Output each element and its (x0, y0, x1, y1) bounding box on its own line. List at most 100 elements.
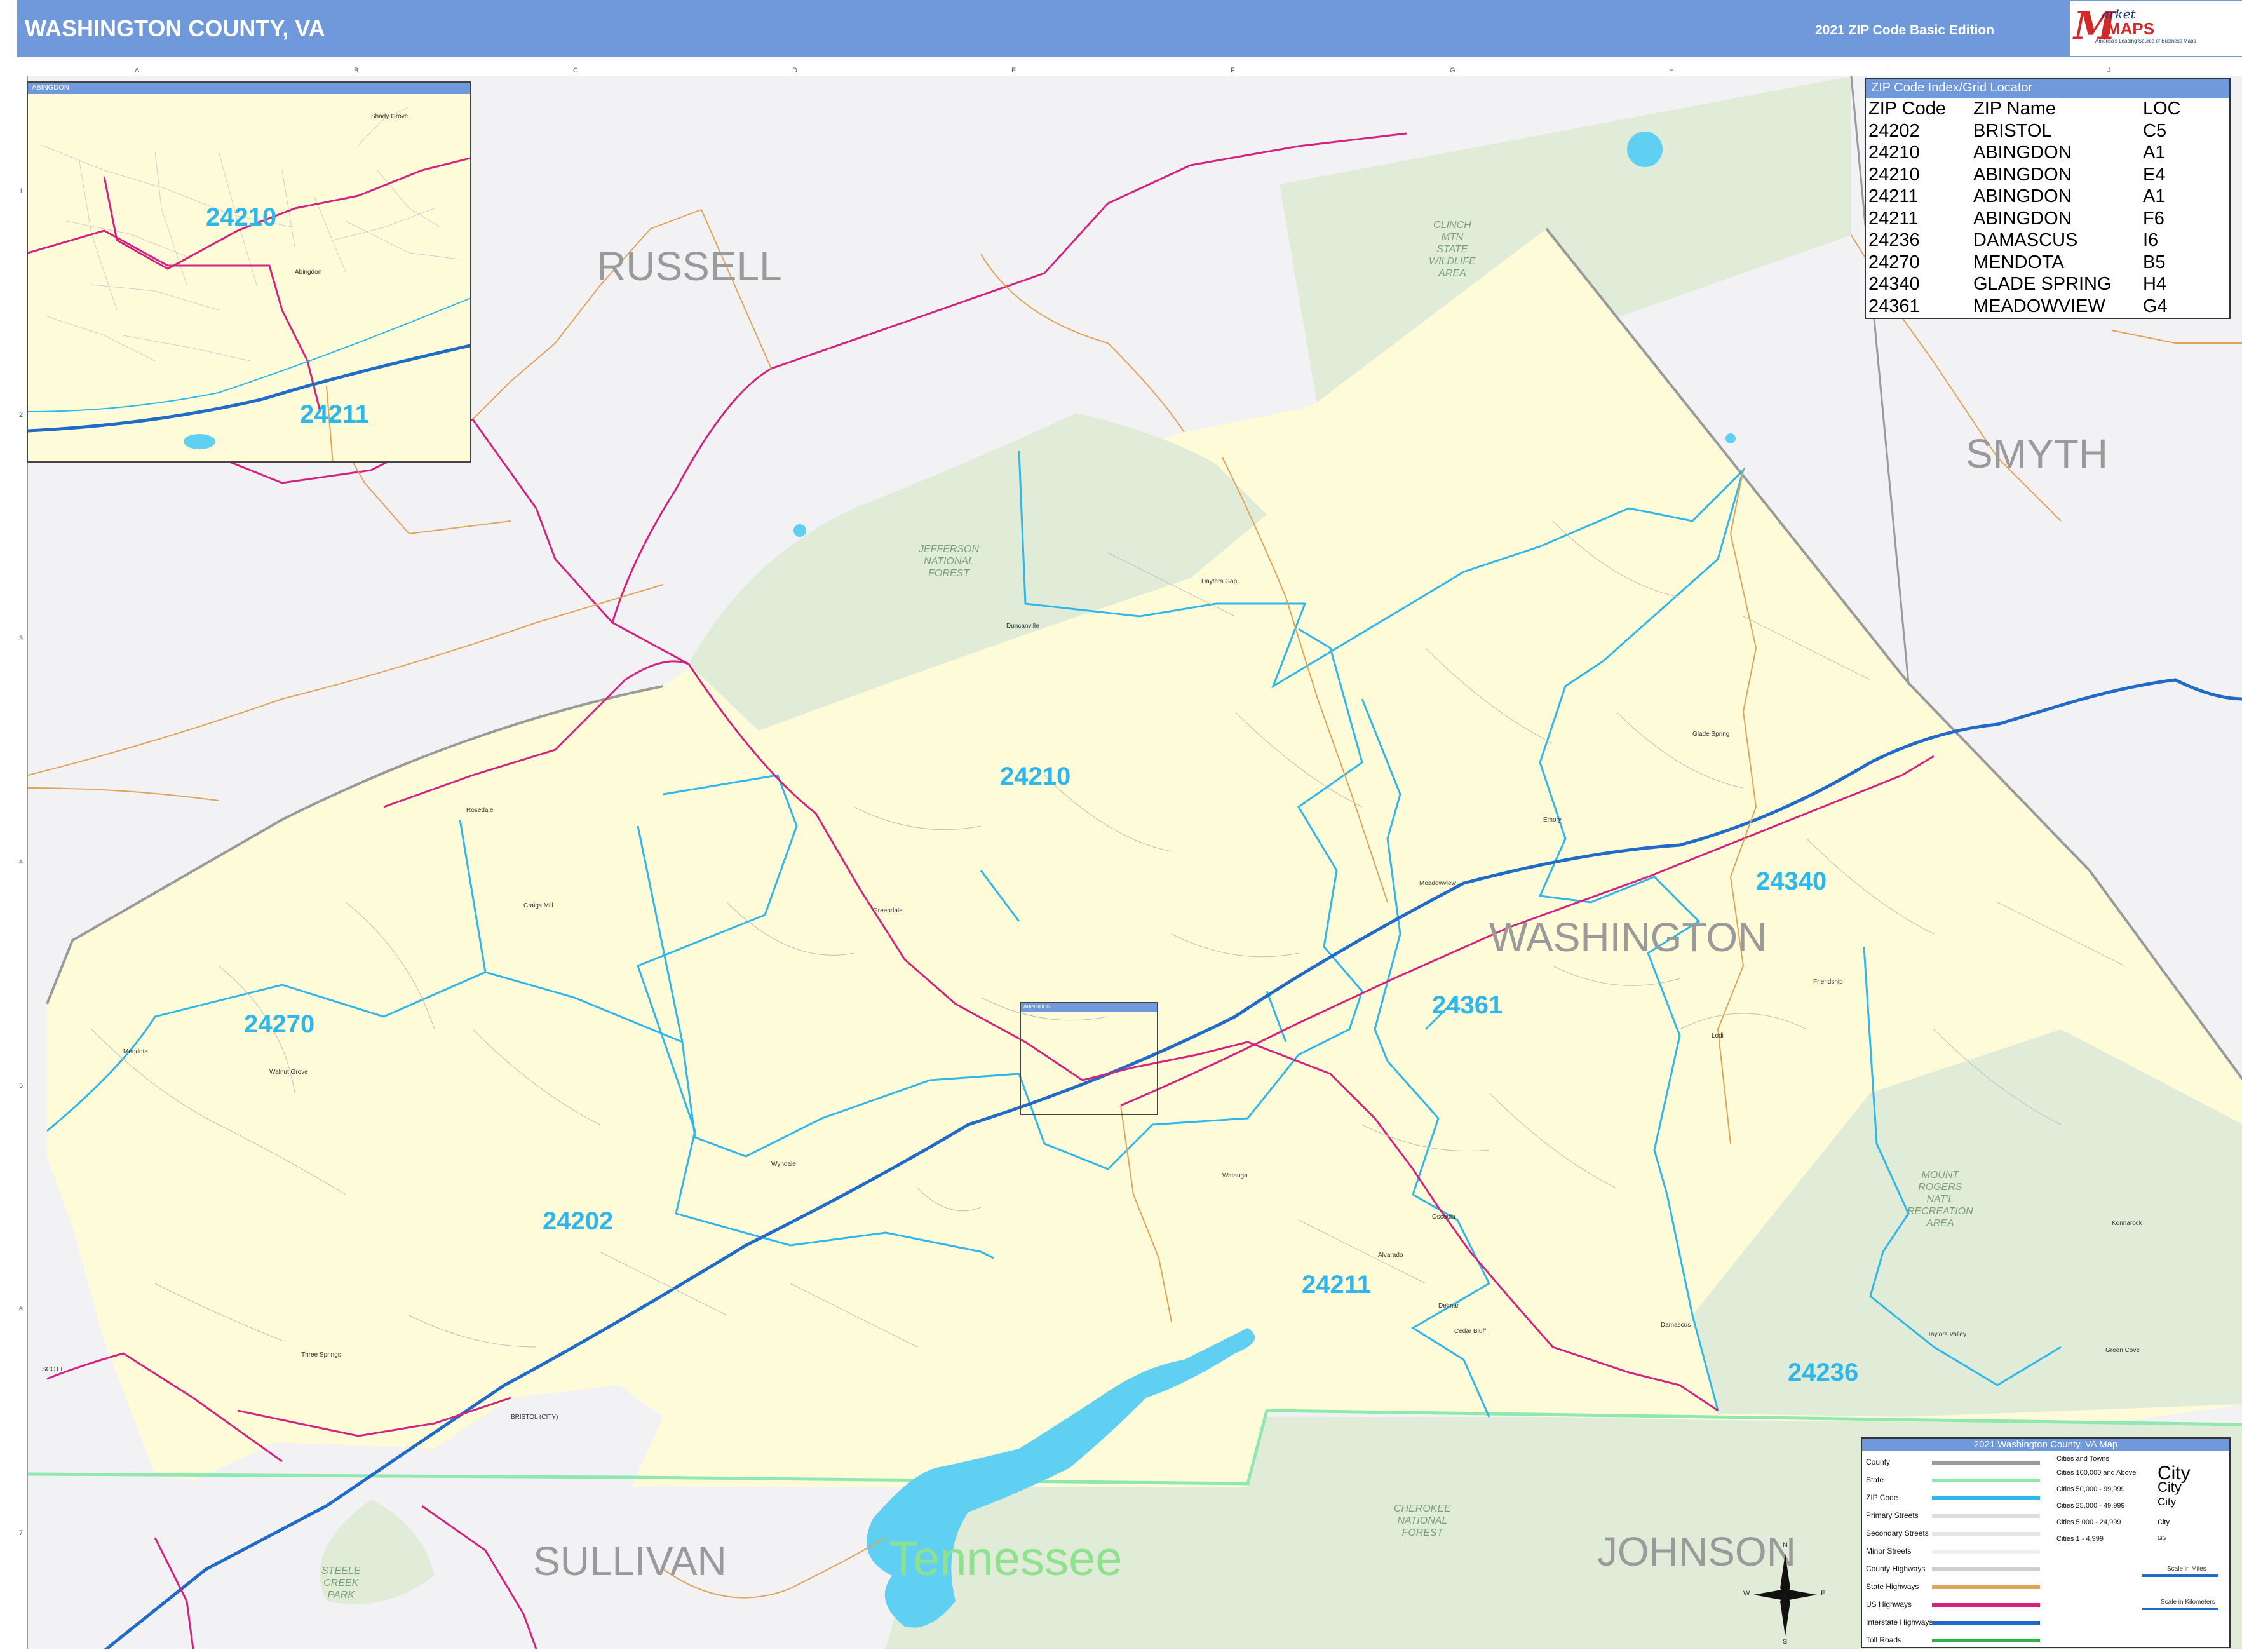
label-cherokee-forest: CHEROKEE NATIONAL FOREST (1394, 1503, 1451, 1538)
compass-rose: N S E W (1743, 1541, 1826, 1646)
loc-cell: B5 (2143, 252, 2166, 273)
place-watauga: Watauga (1222, 1172, 1248, 1179)
loc-cell: A1 (2143, 142, 2166, 163)
pond (1627, 132, 1663, 167)
legend-item-label: Toll Roads (1866, 1635, 1902, 1644)
city-label-bristol: BRISTOL (CITY) (511, 1414, 558, 1421)
loc-cell: E4 (2143, 164, 2166, 185)
legend-city-class: Cities 1 - 4,999 (2056, 1535, 2104, 1543)
label-mount-rogers: MOUNT ROGERS NAT'L RECREATION AREA (1907, 1170, 1973, 1229)
legend-item-label: Interstate Highways (1866, 1618, 1933, 1627)
zip-label-24236: 24236 (1788, 1358, 1859, 1386)
legend-swatch (1932, 1461, 2040, 1465)
legend-cities-header: Cities and Towns (2056, 1455, 2109, 1463)
zip-name-cell: ABINGDON (1973, 142, 2072, 163)
scale-bar-km (2142, 1608, 2218, 1610)
place-meadowview: Meadowview (1419, 880, 1456, 887)
inset-canvas (28, 106, 470, 461)
title-bar: WASHINGTON COUNTY, VA 2021 ZIP Code Basi… (17, 0, 2242, 57)
grid-number: 7 (19, 1529, 24, 1537)
place-craigs-mill: Craigs Mill (523, 902, 553, 909)
map-legend: 2021 Washington County, VA Map Cities an… (1861, 1437, 2231, 1648)
place-three-springs: Three Springs (301, 1351, 341, 1358)
label-clinch-wildlife: CLINCH MTN STATE WILDLIFE AREA (1429, 220, 1476, 279)
grid-letter: D (792, 67, 797, 74)
scale-bar-miles (2142, 1574, 2218, 1577)
legend-city-class: Cities 50,000 - 99,999 (2056, 1486, 2125, 1493)
inset-zip-24211: 24211 (300, 400, 370, 428)
legend-swatch (1932, 1550, 2040, 1554)
legend-item-label: County (1866, 1458, 1891, 1466)
zip-index-row: 24211 ABINGDON A1 (1868, 186, 2181, 208)
loc-cell: G4 (2143, 295, 2168, 316)
legend-swatch (1932, 1514, 2040, 1518)
place-glade-spring: Glade Spring (1692, 731, 1730, 738)
legend-item-label: Primary Streets (1866, 1511, 1919, 1520)
inset-locator-box[interactable]: ABINGDON (1020, 1002, 1158, 1115)
place-green-cove: Green Cove (2105, 1347, 2140, 1354)
zip-name-cell: DAMASCUS (1973, 230, 2078, 251)
zip-label-24361: 24361 (1432, 991, 1503, 1019)
county-label-scott: SCOTT (42, 1366, 64, 1373)
compass-s: S (1783, 1638, 1788, 1646)
grid-letter: I (1888, 67, 1891, 74)
grid-letter: H (1669, 67, 1674, 74)
zip-label-24211: 24211 (1302, 1271, 1372, 1299)
map-page: WASHINGTON COUNTY, VA 2021 ZIP Code Basi… (0, 0, 2242, 1652)
state-label: Tennessee (889, 1532, 1123, 1586)
inset-place-shady-grove: Shady Grove (371, 113, 409, 120)
zip-label-24270: 24270 (244, 1010, 315, 1038)
zip-code-cell: 24210 (1868, 164, 1920, 185)
zip-name-cell: ABINGDON (1973, 186, 2072, 207)
logo-word-maps: MAPS (2107, 19, 2155, 38)
inset-title: ABINGDON (28, 83, 470, 94)
place-konnarock: Konnarock (2112, 1220, 2142, 1227)
grid-number: 6 (19, 1306, 24, 1313)
zip-index-grid: ZIP Code ZIP Name LOC 24202 BRISTOL C5 2421… (1868, 98, 2181, 317)
zip-name-cell: MENDOTA (1973, 252, 2064, 273)
place-taylors-valley: Taylors Valley (1928, 1331, 1966, 1338)
map-title: WASHINGTON COUNTY, VA (25, 15, 325, 41)
zip-index-row: 24210 ABINGDON E4 (1868, 164, 2181, 186)
legend-scale-miles: Scale in Miles (2167, 1566, 2206, 1573)
zip-name-cell: BRISTOL (1973, 120, 2052, 141)
legend-city-class: Cities 100,000 and Above (2056, 1469, 2137, 1477)
col-header-zip: ZIP Code (1868, 98, 1946, 119)
legend-city-sample: City (2158, 1519, 2170, 1526)
legend-swatch (1932, 1639, 2040, 1642)
zip-code-cell: 24236 (1868, 230, 1920, 251)
col-header-loc: LOC (2143, 98, 2181, 119)
inset-locator-title: ABINGDON (1021, 1003, 1157, 1012)
grid-letter: B (354, 67, 359, 74)
loc-cell: H4 (2143, 274, 2167, 295)
zip-index-row: 24340 GLADE SPRING H4 (1868, 273, 2181, 295)
zip-code-cell: 24270 (1868, 252, 1920, 273)
zip-label-24210: 24210 (1000, 762, 1071, 790)
label-jefferson-forest: JEFFERSON NATIONAL FOREST (919, 544, 980, 579)
place-greendale: Greendale (873, 907, 903, 914)
zip-code-cell: 24211 (1868, 186, 1919, 207)
grid-number: 1 (19, 187, 24, 195)
legend-swatch (1932, 1479, 2040, 1482)
zip-code-cell: 24210 (1868, 142, 1920, 163)
place-damascus: Damascus (1661, 1322, 1691, 1329)
compass-e: E (1821, 1590, 1826, 1597)
legend-swatch (1932, 1603, 2040, 1607)
zip-index-title: ZIP Code Index/Grid Locator (1866, 79, 2229, 98)
zip-index-table: ZIP Code Index/Grid Locator ZIP Code ZIP… (1865, 78, 2231, 319)
grid-number: 3 (19, 635, 24, 642)
place-hayters-gap: Hayters Gap (1201, 578, 1238, 585)
grid-letter: A (135, 67, 140, 74)
abingdon-inset-map[interactable]: ABINGDON 24210 24211 Abingdon Shady Grov… (27, 81, 471, 463)
edition-label: 2021 ZIP Code Basic Edition (1815, 23, 1995, 37)
zip-name-cell: MEADOWVIEW (1973, 295, 2105, 316)
zip-index-row: 24202 BRISTOL C5 (1868, 120, 2181, 142)
compass-w: W (1743, 1590, 1750, 1597)
legend-swatch (1932, 1567, 2040, 1571)
zip-index-row: 24210 ABINGDON A1 (1868, 142, 2181, 164)
zip-code-cell: 24340 (1868, 274, 1920, 295)
inset-place-abingdon: Abingdon (295, 269, 322, 276)
grid-letter: E (1011, 67, 1016, 74)
place-friendship: Friendship (1813, 978, 1843, 985)
place-osceola: Osceola (1432, 1214, 1455, 1221)
